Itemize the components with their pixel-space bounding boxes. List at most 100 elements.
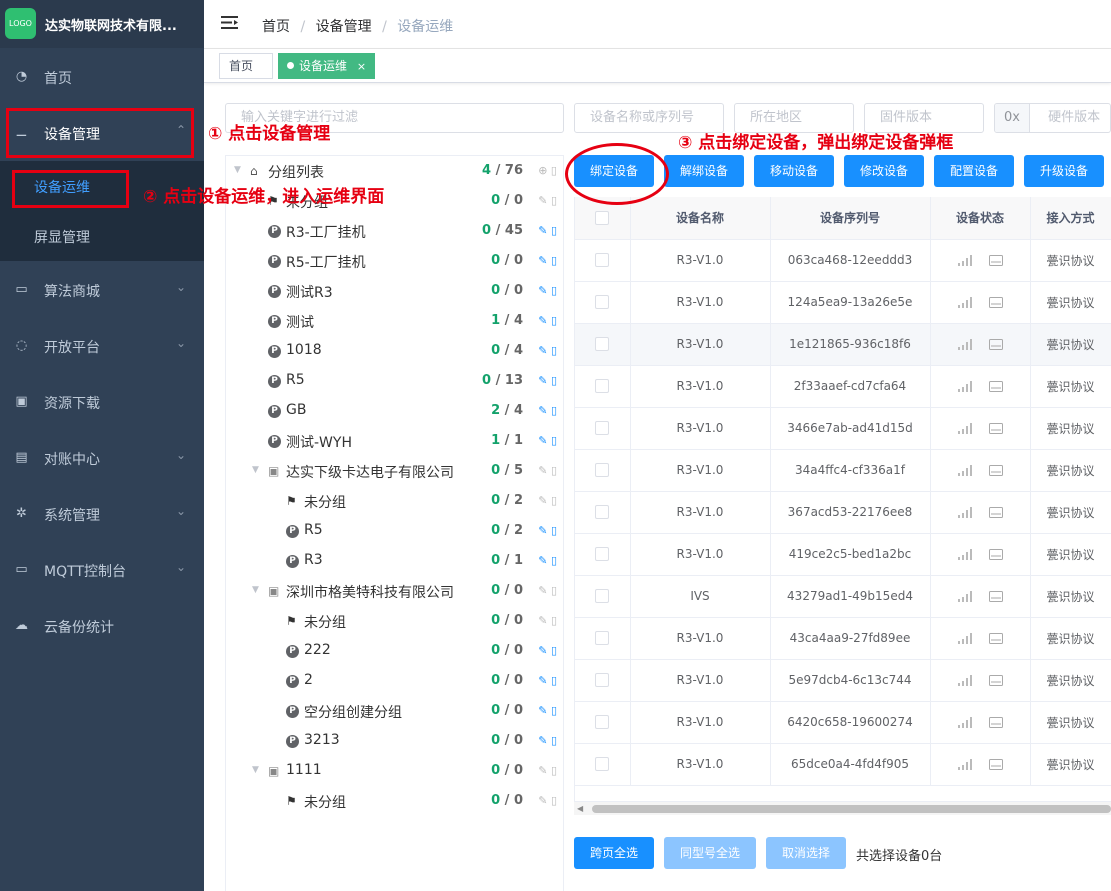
row-checkbox[interactable] — [575, 743, 631, 786]
delete-icon[interactable]: ▯ — [551, 254, 557, 267]
tree-node[interactable]: P2 0 / 0 ✎ ▯ — [226, 666, 565, 696]
delete-icon[interactable]: ▯ — [551, 464, 557, 477]
tag-home[interactable]: 首页 — [219, 53, 273, 79]
row-checkbox[interactable] — [575, 617, 631, 660]
edit-icon[interactable]: ✎ — [538, 254, 547, 267]
upgrade-device-button[interactable]: 升级设备 — [1024, 155, 1104, 187]
edit-icon[interactable]: ✎ — [538, 494, 547, 507]
row-checkbox[interactable] — [575, 533, 631, 576]
table-row[interactable]: R3-V1.0 43ca4aa9-27fd89ee 甍识协议 — [575, 617, 1111, 660]
caret-down-icon[interactable]: ▼ — [252, 585, 259, 595]
sidebar-item-downloads[interactable]: ▣ 资源下载 — [0, 374, 204, 430]
delete-icon[interactable]: ▯ — [551, 704, 557, 717]
edit-icon[interactable]: ✎ — [538, 704, 547, 717]
select-all-pages-button[interactable]: 跨页全选 — [574, 837, 654, 869]
sidebar-item-algorithm-store[interactable]: ▭ 算法商城 ⌄ — [0, 262, 204, 318]
edit-icon[interactable]: ✎ — [538, 374, 547, 387]
edit-icon[interactable]: ✎ — [538, 764, 547, 777]
sidebar-item-home[interactable]: ◔ 首页 — [0, 49, 204, 105]
tree-node[interactable]: ▼ ▣ 达实下级卡达电子有限公司 0 / 5 ✎ ▯ — [226, 456, 565, 486]
sidebar-subitem-screen[interactable]: 屏显管理 — [0, 211, 204, 261]
tree-node[interactable]: P 3213 0 / 0 ✎ ▯ — [226, 726, 565, 756]
table-row[interactable]: R3-V1.0 124a5ea9-13a26e5e 甍识协议 — [575, 281, 1111, 324]
tree-node[interactable]: ⚑ 未分组 0 / 2 ✎ ▯ — [226, 486, 565, 516]
caret-down-icon[interactable]: ▼ — [252, 465, 259, 475]
edit-icon[interactable]: ✎ — [538, 674, 547, 687]
table-row[interactable]: R3-V1.0 65dce0a4-4fd4f905 甍识协议 — [575, 743, 1111, 786]
delete-icon[interactable]: ▯ — [551, 374, 557, 387]
row-checkbox[interactable] — [575, 281, 631, 324]
tree-node[interactable]: P 1018 0 / 4 ✎ ▯ — [226, 336, 565, 366]
tree-node[interactable]: P R5 0 / 13 ✎ ▯ — [226, 366, 565, 396]
table-row[interactable]: R3-V1.0 5e97dcb4-6c13c744 甍识协议 — [575, 659, 1111, 702]
horizontal-scrollbar[interactable]: ◀ — [574, 801, 1111, 815]
edit-icon[interactable]: ✎ — [538, 584, 547, 597]
edit-icon[interactable]: ✎ — [538, 614, 547, 627]
edit-icon[interactable]: ✎ — [538, 224, 547, 237]
table-row[interactable]: R3-V1.0 34a4ffc4-cf336a1f 甍识协议 — [575, 449, 1111, 492]
row-checkbox[interactable] — [575, 323, 631, 366]
table-row[interactable]: R3-V1.0 1e121865-936c18f6 甍识协议 — [575, 323, 1111, 366]
table-row[interactable]: R3-V1.0 2f33aaef-cd7cfa64 甍识协议 — [575, 365, 1111, 408]
delete-icon[interactable]: ▯ — [551, 734, 557, 747]
sidebar-item-system[interactable]: ✲ 系统管理 ⌄ — [0, 486, 204, 542]
tree-node[interactable]: P R5-工厂挂机 0 / 0 ✎ ▯ — [226, 246, 565, 276]
tree-node[interactable]: P 测试-WYH 1 / 1 ✎ ▯ — [226, 426, 565, 456]
row-checkbox[interactable] — [575, 239, 631, 282]
row-checkbox[interactable] — [575, 575, 631, 618]
delete-icon[interactable]: ▯ — [551, 434, 557, 447]
tree-node[interactable]: P R3 0 / 1 ✎ ▯ — [226, 546, 565, 576]
delete-icon[interactable]: ▯ — [551, 494, 557, 507]
delete-icon[interactable]: ▯ — [551, 224, 557, 237]
configure-device-button[interactable]: 配置设备 — [934, 155, 1014, 187]
edit-icon[interactable]: ✎ — [538, 524, 547, 537]
menu-toggle-icon[interactable] — [221, 14, 238, 31]
table-row[interactable]: R3-V1.0 419ce2c5-bed1a2bc 甍识协议 — [575, 533, 1111, 576]
tree-node[interactable]: ⚑ 未分组 0 / 0 ✎ ▯ — [226, 606, 565, 636]
tree-node[interactable]: P 测试 1 / 4 ✎ ▯ — [226, 306, 565, 336]
delete-icon[interactable]: ▯ — [551, 284, 557, 297]
tag-device-ops[interactable]: 设备运维 × — [278, 53, 376, 79]
tree-node[interactable]: ▼ ▣ 1111 0 / 0 ✎ ▯ — [226, 756, 565, 786]
row-checkbox[interactable] — [575, 365, 631, 408]
edit-icon[interactable]: ✎ — [538, 554, 547, 567]
tree-node[interactable]: P 空分组创建分组 0 / 0 ✎ ▯ — [226, 696, 565, 726]
row-checkbox[interactable] — [575, 491, 631, 534]
delete-icon[interactable]: ▯ — [551, 524, 557, 537]
edit-icon[interactable]: ✎ — [538, 734, 547, 747]
cancel-selection-button[interactable]: 取消选择 — [766, 837, 846, 869]
table-row[interactable]: R3-V1.0 3466e7ab-ad41d15d 甍识协议 — [575, 407, 1111, 450]
sidebar-item-cloud-backup[interactable]: ☁ 云备份统计 — [0, 598, 204, 654]
select-same-model-button[interactable]: 同型号全选 — [664, 837, 756, 869]
table-row[interactable]: R3-V1.0 063ca468-12eeddd3 甍识协议 — [575, 239, 1111, 282]
move-device-button[interactable]: 移动设备 — [754, 155, 834, 187]
tree-node[interactable]: ⚑ 未分组 0 / 0 ✎ ▯ — [226, 786, 565, 816]
scrollbar-thumb[interactable] — [592, 805, 1111, 813]
delete-icon[interactable]: ▯ — [551, 344, 557, 357]
caret-down-icon[interactable]: ▼ — [234, 165, 241, 175]
edit-icon[interactable]: ✎ — [538, 464, 547, 477]
add-icon[interactable]: ⊕ ▯ — [538, 164, 557, 177]
edit-icon[interactable]: ✎ — [538, 644, 547, 657]
unbind-device-button[interactable]: 解绑设备 — [664, 155, 744, 187]
edit-icon[interactable]: ✎ — [538, 314, 547, 327]
tree-node[interactable]: P R5 0 / 2 ✎ ▯ — [226, 516, 565, 546]
sidebar-item-open-platform[interactable]: ◌ 开放平台 ⌄ — [0, 318, 204, 374]
breadcrumb-home[interactable]: 首页 — [262, 19, 290, 35]
tree-node[interactable]: P 测试R3 0 / 0 ✎ ▯ — [226, 276, 565, 306]
edit-icon[interactable]: ✎ — [538, 284, 547, 297]
tree-node[interactable]: P R3-工厂挂机 0 / 45 ✎ ▯ — [226, 216, 565, 246]
hardware-input[interactable]: 0x 硬件版本 — [994, 103, 1111, 133]
delete-icon[interactable]: ▯ — [551, 194, 557, 207]
delete-icon[interactable]: ▯ — [551, 644, 557, 657]
edit-icon[interactable]: ✎ — [538, 434, 547, 447]
caret-down-icon[interactable]: ▼ — [252, 765, 259, 775]
edit-device-button[interactable]: 修改设备 — [844, 155, 924, 187]
row-checkbox[interactable] — [575, 407, 631, 450]
edit-icon[interactable]: ✎ — [538, 794, 547, 807]
edit-icon[interactable]: ✎ — [538, 194, 547, 207]
delete-icon[interactable]: ▯ — [551, 764, 557, 777]
close-icon[interactable]: × — [357, 60, 366, 73]
scroll-left-icon[interactable]: ◀ — [577, 804, 583, 813]
table-row[interactable]: IVS 43279ad1-49b15ed4 甍识协议 — [575, 575, 1111, 618]
